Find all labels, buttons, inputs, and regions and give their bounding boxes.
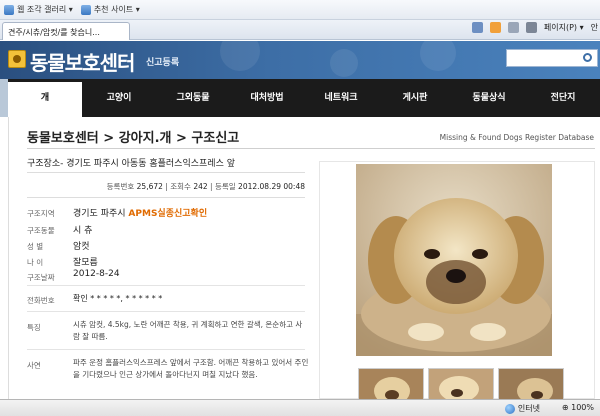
rescue-date-label: 구조날짜 <box>27 273 55 282</box>
age-value: 잘모름 <box>73 258 98 268</box>
phone-value: 확인 * * * * *, * * * * * * <box>73 294 163 303</box>
nav-wrapper: 개 고양이 그외동물 대처방법 네트워크 게시판 동물상식 전단지 <box>0 79 600 117</box>
search-icon[interactable] <box>583 53 592 62</box>
breed-label: 구조동물 <box>27 226 55 235</box>
site-logo[interactable]: 동물보호센터 <box>30 47 135 76</box>
decor-paw <box>420 41 456 71</box>
feature-label: 특징 <box>27 323 41 332</box>
sex-label: 성 별 <box>27 242 44 251</box>
story-value: 파주 운정 홈플러스익스프레스 앞에서 구조함. 어깨끈 착용하고 있어서 주인… <box>73 358 309 379</box>
home-icon[interactable] <box>471 22 483 33</box>
command-bar: 페이지(P) ▾ 안 <box>471 22 598 33</box>
apms-link[interactable]: APMS실종신고확인 <box>128 209 207 219</box>
date-label: 등록일 <box>214 182 236 191</box>
divider <box>27 285 305 286</box>
decor-paw <box>220 41 260 71</box>
site-header: 동물보호센터 신고등록 <box>0 41 600 79</box>
site-subtitle[interactable]: 신고등록 <box>146 55 179 68</box>
nav-item-animal-facts[interactable]: 동물상식 <box>452 79 526 117</box>
nav-item-board[interactable]: 게시판 <box>378 79 452 117</box>
divider <box>27 197 305 198</box>
mail-icon[interactable] <box>507 22 519 33</box>
nav-item-cat[interactable]: 고양이 <box>82 79 156 117</box>
rescue-date-value: 2012-8-24 <box>73 269 120 279</box>
browser-tab[interactable]: 견주/시츄/암컷/를 찾습니... <box>2 22 130 40</box>
favorite-web-slice-gallery[interactable]: 웹 조각 갤러리 ▾ <box>4 4 73 15</box>
views-value: 242 <box>193 182 208 191</box>
photo-frame <box>319 161 595 406</box>
dog-photo[interactable] <box>356 164 552 356</box>
reg-value: 25,672 <box>136 182 163 191</box>
nav-item-flyer[interactable]: 전단지 <box>526 79 600 117</box>
breadcrumb-english: Missing & Found Dogs Register Database <box>439 133 594 142</box>
print-icon[interactable] <box>525 22 537 33</box>
meta-separator: | <box>165 182 168 191</box>
story-label: 사연 <box>27 361 41 370</box>
feeds-icon[interactable] <box>489 22 501 33</box>
nav-item-other-animals[interactable]: 그외동물 <box>156 79 230 117</box>
phone-label: 전화번호 <box>27 296 55 305</box>
area-text: 경기도 파주시 <box>73 209 126 219</box>
sex-value: 암컷 <box>73 242 90 252</box>
search-input[interactable] <box>506 49 598 67</box>
views-label: 조회수 <box>170 182 191 191</box>
nav-item-network[interactable]: 네트워크 <box>304 79 378 117</box>
nav-item-response[interactable]: 대처방법 <box>230 79 304 117</box>
zone-label: 인터넷 <box>517 404 540 413</box>
area-label: 구조지역 <box>27 209 55 218</box>
decor-paw <box>330 49 358 77</box>
dog-photo-image <box>356 164 552 356</box>
rescue-location-title: 구조장소- 경기도 파주시 아동동 홈플러스익스프레스 앞 <box>27 159 235 169</box>
nav-item-dog[interactable]: 개 <box>8 79 82 117</box>
feature-value: 시츄 암컷, 4.5kg, 노란 어깨끈 착용, 귀 계획하고 연한 갈색, 온… <box>73 320 303 341</box>
post-meta: 등록번호 25,672 | 조회수 242 | 등록일 2012.08.29 0… <box>27 181 305 192</box>
main-content: 동물보호센터 > 강아지.개 > 구조신고 Missing & Found Do… <box>8 117 600 406</box>
breed-value: 시 츄 <box>73 226 93 236</box>
favorite-suggested-sites[interactable]: 추천 사이트 ▾ <box>80 4 140 15</box>
web-slice-icon <box>4 4 14 15</box>
tab-title: 견주/시츄/암컷/를 찾습니... <box>8 28 100 37</box>
suggested-sites-icon <box>80 4 91 15</box>
page-menu[interactable]: 페이지(P) ▾ <box>544 22 584 33</box>
internet-zone-icon <box>504 403 515 414</box>
safety-menu[interactable]: 안 <box>591 22 598 33</box>
main-nav: 개 고양이 그외동물 대처방법 네트워크 게시판 동물상식 전단지 <box>8 79 600 117</box>
favorite-label: 추천 사이트 ▾ <box>93 5 140 14</box>
divider <box>27 148 595 149</box>
breadcrumb: 동물보호센터 > 강아지.개 > 구조신고 <box>27 131 240 146</box>
meta-separator: | <box>210 182 213 191</box>
age-label: 나 이 <box>27 258 44 267</box>
status-bar: 인터넷 ⊕ 100% <box>0 399 600 416</box>
divider <box>27 311 305 312</box>
reg-label: 등록번호 <box>106 182 135 191</box>
divider <box>27 349 305 350</box>
divider <box>27 172 305 173</box>
date-value: 2012.08.29 00:48 <box>238 182 305 191</box>
favorite-label: 웹 조각 갤러리 ▾ <box>17 5 73 14</box>
zoom-level[interactable]: ⊕ 100% <box>562 403 594 412</box>
favorites-bar: 웹 조각 갤러리 ▾ 추천 사이트 ▾ <box>0 0 600 20</box>
security-zone[interactable]: 인터넷 <box>504 403 540 414</box>
logo-icon[interactable] <box>8 50 26 68</box>
area-value: 경기도 파주시 APMS실종신고확인 <box>73 206 207 219</box>
